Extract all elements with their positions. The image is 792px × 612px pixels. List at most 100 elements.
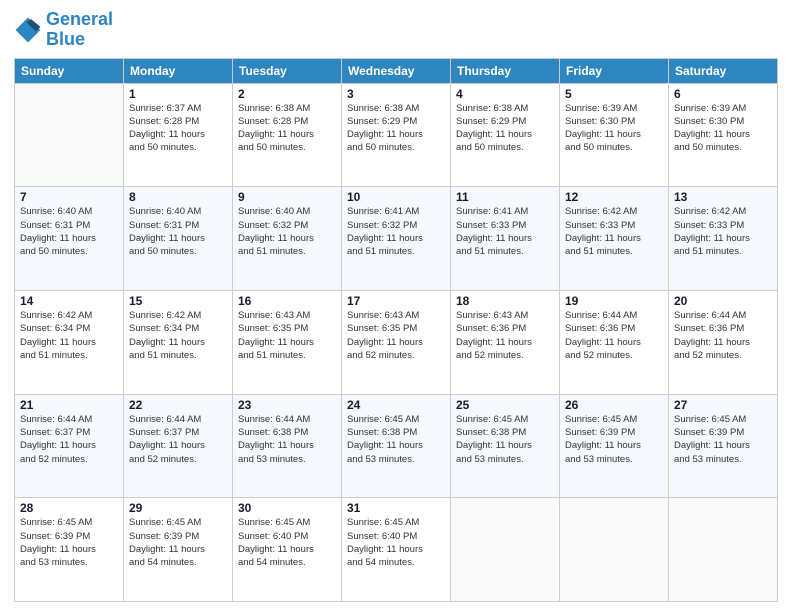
day-info: Sunrise: 6:45 AM Sunset: 6:40 PM Dayligh…: [347, 516, 445, 569]
day-info: Sunrise: 6:44 AM Sunset: 6:38 PM Dayligh…: [238, 413, 336, 466]
day-info: Sunrise: 6:44 AM Sunset: 6:37 PM Dayligh…: [20, 413, 118, 466]
day-number: 9: [238, 190, 336, 204]
logo-general: General: [46, 9, 113, 29]
calendar-cell: 17Sunrise: 6:43 AM Sunset: 6:35 PM Dayli…: [342, 290, 451, 394]
day-number: 1: [129, 87, 227, 101]
week-row-5: 28 Sunrise: 6:45 AM Sunset: 6:39 PM Dayli…: [15, 498, 778, 602]
calendar-body: 1Sunrise: 6:37 AM Sunset: 6:28 PM Daylig…: [15, 83, 778, 601]
day-info: Sunrise: 6:45 AM Sunset: 6:38 PM Dayligh…: [347, 413, 445, 466]
logo: General Blue: [14, 10, 113, 50]
calendar-cell: 7Sunrise: 6:40 AM Sunset: 6:31 PM Daylig…: [15, 187, 124, 291]
day-info: Sunrise: 6:42 AM Sunset: 6:34 PM Dayligh…: [129, 309, 227, 362]
dow-header-sunday: Sunday: [15, 58, 124, 83]
dow-header-tuesday: Tuesday: [233, 58, 342, 83]
day-number: 23: [238, 398, 336, 412]
day-info: Sunrise: 6:41 AM Sunset: 6:33 PM Dayligh…: [456, 205, 554, 258]
week-row-3: 14Sunrise: 6:42 AM Sunset: 6:34 PM Dayli…: [15, 290, 778, 394]
day-number: 12: [565, 190, 663, 204]
day-number: 5: [565, 87, 663, 101]
calendar-cell: 4Sunrise: 6:38 AM Sunset: 6:29 PM Daylig…: [451, 83, 560, 187]
calendar-cell: 2Sunrise: 6:38 AM Sunset: 6:28 PM Daylig…: [233, 83, 342, 187]
day-number: 14: [20, 294, 118, 308]
day-info: Sunrise: 6:42 AM Sunset: 6:33 PM Dayligh…: [674, 205, 772, 258]
header: General Blue: [14, 10, 778, 50]
day-info: Sunrise: 6:42 AM Sunset: 6:33 PM Dayligh…: [565, 205, 663, 258]
calendar-cell: 25Sunrise: 6:45 AM Sunset: 6:38 PM Dayli…: [451, 394, 560, 498]
calendar-cell: 10Sunrise: 6:41 AM Sunset: 6:32 PM Dayli…: [342, 187, 451, 291]
logo-icon: [14, 16, 42, 44]
day-number: 25: [456, 398, 554, 412]
calendar-cell: 29Sunrise: 6:45 AM Sunset: 6:39 PM Dayli…: [124, 498, 233, 602]
calendar-cell: 21Sunrise: 6:44 AM Sunset: 6:37 PM Dayli…: [15, 394, 124, 498]
day-number: 28: [20, 501, 118, 515]
day-number: 31: [347, 501, 445, 515]
day-number: 20: [674, 294, 772, 308]
day-number: 21: [20, 398, 118, 412]
calendar-cell: [451, 498, 560, 602]
day-number: 17: [347, 294, 445, 308]
day-number: 11: [456, 190, 554, 204]
calendar-cell: 8Sunrise: 6:40 AM Sunset: 6:31 PM Daylig…: [124, 187, 233, 291]
day-number: 3: [347, 87, 445, 101]
calendar-cell: 19Sunrise: 6:44 AM Sunset: 6:36 PM Dayli…: [560, 290, 669, 394]
calendar-cell: 14Sunrise: 6:42 AM Sunset: 6:34 PM Dayli…: [15, 290, 124, 394]
day-number: 10: [347, 190, 445, 204]
day-info: Sunrise: 6:45 AM Sunset: 6:39 PM Dayligh…: [565, 413, 663, 466]
calendar-cell: 30Sunrise: 6:45 AM Sunset: 6:40 PM Dayli…: [233, 498, 342, 602]
day-number: 8: [129, 190, 227, 204]
days-of-week-row: SundayMondayTuesdayWednesdayThursdayFrid…: [15, 58, 778, 83]
calendar-cell: 9Sunrise: 6:40 AM Sunset: 6:32 PM Daylig…: [233, 187, 342, 291]
calendar-cell: 26Sunrise: 6:45 AM Sunset: 6:39 PM Dayli…: [560, 394, 669, 498]
calendar-cell: 28Sunrise: 6:45 AM Sunset: 6:39 PM Dayli…: [15, 498, 124, 602]
day-info: Sunrise: 6:41 AM Sunset: 6:32 PM Dayligh…: [347, 205, 445, 258]
day-info: Sunrise: 6:44 AM Sunset: 6:36 PM Dayligh…: [674, 309, 772, 362]
logo-text: General Blue: [46, 10, 113, 50]
day-number: 16: [238, 294, 336, 308]
calendar-cell: 31Sunrise: 6:45 AM Sunset: 6:40 PM Dayli…: [342, 498, 451, 602]
dow-header-thursday: Thursday: [451, 58, 560, 83]
calendar-cell: 13Sunrise: 6:42 AM Sunset: 6:33 PM Dayli…: [669, 187, 778, 291]
calendar-cell: 6Sunrise: 6:39 AM Sunset: 6:30 PM Daylig…: [669, 83, 778, 187]
day-number: 30: [238, 501, 336, 515]
day-info: Sunrise: 6:43 AM Sunset: 6:36 PM Dayligh…: [456, 309, 554, 362]
day-number: 15: [129, 294, 227, 308]
calendar-cell: [669, 498, 778, 602]
day-number: 6: [674, 87, 772, 101]
day-number: 27: [674, 398, 772, 412]
dow-header-saturday: Saturday: [669, 58, 778, 83]
day-number: 19: [565, 294, 663, 308]
day-info: Sunrise: 6:44 AM Sunset: 6:36 PM Dayligh…: [565, 309, 663, 362]
calendar-cell: 1Sunrise: 6:37 AM Sunset: 6:28 PM Daylig…: [124, 83, 233, 187]
calendar-cell: [560, 498, 669, 602]
day-number: 22: [129, 398, 227, 412]
calendar-cell: [15, 83, 124, 187]
day-number: 24: [347, 398, 445, 412]
day-info: Sunrise: 6:45 AM Sunset: 6:39 PM Dayligh…: [674, 413, 772, 466]
day-number: 4: [456, 87, 554, 101]
day-info: Sunrise: 6:45 AM Sunset: 6:40 PM Dayligh…: [238, 516, 336, 569]
day-info: Sunrise: 6:38 AM Sunset: 6:29 PM Dayligh…: [456, 102, 554, 155]
day-info: Sunrise: 6:42 AM Sunset: 6:34 PM Dayligh…: [20, 309, 118, 362]
day-info: Sunrise: 6:43 AM Sunset: 6:35 PM Dayligh…: [238, 309, 336, 362]
day-info: Sunrise: 6:40 AM Sunset: 6:31 PM Dayligh…: [129, 205, 227, 258]
week-row-4: 21Sunrise: 6:44 AM Sunset: 6:37 PM Dayli…: [15, 394, 778, 498]
page: General Blue SundayMondayTuesdayWednesda…: [0, 0, 792, 612]
day-number: 13: [674, 190, 772, 204]
day-number: 26: [565, 398, 663, 412]
day-number: 29: [129, 501, 227, 515]
calendar-cell: 16Sunrise: 6:43 AM Sunset: 6:35 PM Dayli…: [233, 290, 342, 394]
day-info: Sunrise: 6:39 AM Sunset: 6:30 PM Dayligh…: [674, 102, 772, 155]
calendar-cell: 23Sunrise: 6:44 AM Sunset: 6:38 PM Dayli…: [233, 394, 342, 498]
day-number: 18: [456, 294, 554, 308]
dow-header-friday: Friday: [560, 58, 669, 83]
day-info: Sunrise: 6:45 AM Sunset: 6:39 PM Dayligh…: [129, 516, 227, 569]
dow-header-monday: Monday: [124, 58, 233, 83]
day-info: Sunrise: 6:37 AM Sunset: 6:28 PM Dayligh…: [129, 102, 227, 155]
day-info: Sunrise: 6:38 AM Sunset: 6:28 PM Dayligh…: [238, 102, 336, 155]
day-number: 2: [238, 87, 336, 101]
day-info: Sunrise: 6:45 AM Sunset: 6:38 PM Dayligh…: [456, 413, 554, 466]
calendar-cell: 12Sunrise: 6:42 AM Sunset: 6:33 PM Dayli…: [560, 187, 669, 291]
day-info: Sunrise: 6:39 AM Sunset: 6:30 PM Dayligh…: [565, 102, 663, 155]
day-info: Sunrise: 6:44 AM Sunset: 6:37 PM Dayligh…: [129, 413, 227, 466]
calendar-cell: 27Sunrise: 6:45 AM Sunset: 6:39 PM Dayli…: [669, 394, 778, 498]
